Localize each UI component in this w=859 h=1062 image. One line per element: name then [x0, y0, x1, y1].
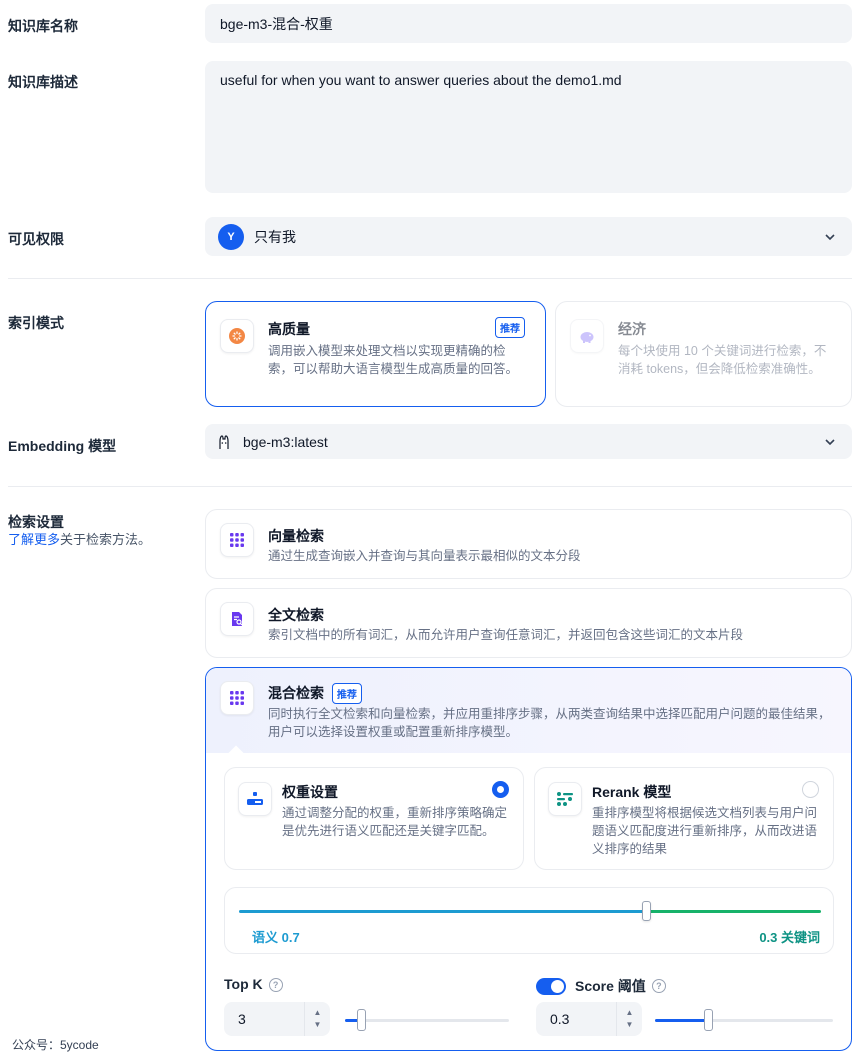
weight-title: 权重设置 [282, 782, 338, 802]
weight-radio[interactable] [492, 781, 509, 798]
option-rerank-model[interactable]: Rerank 模型 重排序模型将根据候选文档列表与用户问题语义匹配度进行重新排序… [534, 767, 834, 870]
score-label: Score 阈值 [575, 976, 646, 996]
score-stepper[interactable]: ▲▼ [616, 1002, 642, 1036]
chevron-up-icon[interactable]: ▲ [626, 1007, 634, 1019]
divider [8, 486, 852, 487]
embedding-select[interactable]: bge-m3:latest [205, 424, 852, 459]
topk-label: Top K [224, 976, 263, 992]
score-label-row: Score 阈值? [536, 976, 666, 996]
topk-input[interactable]: 3 ▲▼ [224, 1002, 330, 1036]
fulltext-desc: 索引文档中的所有词汇，从而允许用户查询任意词汇，并返回包含这些词汇的文本片段 [268, 626, 743, 644]
rerank-desc: 重排序模型将根据候选文档列表与用户问题语义匹配度进行重新排序，从而改进语义排序的… [592, 804, 822, 858]
vector-desc: 通过生成查询嵌入并查询与其向量表示最相似的文本分段 [268, 547, 581, 565]
chevron-down-icon[interactable]: ▼ [314, 1019, 322, 1031]
embedding-value: bge-m3:latest [243, 434, 328, 450]
chevron-down-icon[interactable]: ▼ [626, 1019, 634, 1031]
learn-more-suffix: 关于检索方法。 [60, 532, 151, 547]
grid-icon [220, 523, 254, 557]
hybrid-title-row: 混合检索 推荐 [268, 683, 362, 704]
chevron-down-icon [824, 231, 836, 243]
balance-icon [238, 782, 272, 816]
retrieval-vector[interactable]: 向量检索 通过生成查询嵌入并查询与其向量表示最相似的文本分段 [205, 509, 852, 579]
option-weight-settings[interactable]: 权重设置 通过调整分配的权重，重新排序策略确定是优先进行语义匹配还是关键字匹配。 [224, 767, 524, 870]
index-mode-economy[interactable]: 经济 每个块使用 10 个关键词进行检索，不消耗 tokens，但会降低检索准确… [555, 301, 852, 407]
description-textarea[interactable]: useful for when you want to answer queri… [205, 61, 852, 193]
score-slider-thumb[interactable] [704, 1009, 713, 1031]
economy-desc: 每个块使用 10 个关键词进行检索，不消耗 tokens，但会降低检索准确性。 [618, 342, 838, 378]
keyword-track [646, 910, 821, 913]
index-mode-label: 索引模式 [8, 313, 64, 333]
weight-slider-panel: 语义 0.7 0.3 关键词 [224, 887, 834, 954]
keyword-label: 0.3 关键词 [759, 927, 820, 946]
chevron-up-icon[interactable]: ▲ [314, 1007, 322, 1019]
name-input[interactable]: bge-m3-混合-权重 [205, 4, 852, 43]
rerank-radio[interactable] [802, 781, 819, 798]
semantic-track [239, 910, 646, 913]
semantic-label: 语义 0.7 [252, 927, 300, 946]
hybrid-title: 混合检索 [268, 685, 324, 701]
rerank-title: Rerank 模型 [592, 782, 671, 802]
watermark: 公众号：5ycode [12, 1036, 99, 1053]
star-icon [220, 319, 254, 353]
learn-more-link[interactable]: 了解更多 [8, 532, 60, 547]
permission-value: 只有我 [254, 227, 296, 247]
help-icon: ? [652, 979, 666, 993]
grid-icon [220, 681, 254, 715]
embedding-label: Embedding 模型 [8, 436, 116, 456]
index-mode-high-quality[interactable]: 高质量 推荐 调用嵌入模型来处理文档以实现更精确的检索，可以帮助大语言模型生成高… [205, 301, 546, 407]
piggy-bank-icon [570, 319, 604, 353]
document-search-icon [220, 602, 254, 636]
retrieval-help: 了解更多关于检索方法。 [8, 529, 151, 548]
help-icon: ? [269, 978, 283, 992]
fulltext-title: 全文检索 [268, 605, 324, 625]
recommend-badge: 推荐 [495, 317, 525, 338]
chevron-down-icon [824, 436, 836, 448]
topk-stepper[interactable]: ▲▼ [304, 1002, 330, 1036]
name-label: 知识库名称 [8, 16, 78, 36]
description-label: 知识库描述 [8, 72, 78, 92]
retrieval-fulltext[interactable]: 全文检索 索引文档中的所有词汇，从而允许用户查询任意词汇，并返回包含这些词汇的文… [205, 588, 852, 658]
economy-title: 经济 [618, 319, 646, 339]
recommend-badge: 推荐 [332, 683, 362, 704]
score-slider-fill [655, 1019, 708, 1022]
vector-title: 向量检索 [268, 526, 324, 546]
weight-desc: 通过调整分配的权重，重新排序策略确定是优先进行语义匹配还是关键字匹配。 [282, 804, 512, 840]
avatar: Y [218, 224, 244, 250]
score-input[interactable]: 0.3 ▲▼ [536, 1002, 642, 1036]
score-toggle[interactable] [536, 978, 566, 995]
topk-label-row: Top K? [224, 976, 283, 992]
topk-slider-thumb[interactable] [357, 1009, 366, 1031]
topk-slider-track[interactable] [345, 1019, 509, 1022]
rerank-icon [548, 782, 582, 816]
hybrid-desc: 同时执行全文检索和向量检索，并应用重排序步骤，从两类查询结果中选择匹配用户问题的… [268, 705, 838, 741]
high-quality-desc: 调用嵌入模型来处理文档以实现更精确的检索，可以帮助大语言模型生成高质量的回答。 [268, 342, 528, 378]
permission-label: 可见权限 [8, 229, 64, 249]
ollama-icon [216, 434, 232, 450]
weight-slider-thumb[interactable] [642, 901, 651, 921]
divider [8, 278, 852, 279]
high-quality-title: 高质量 [268, 319, 310, 339]
retrieval-hybrid[interactable]: 混合检索 推荐 同时执行全文检索和向量检索，并应用重排序步骤，从两类查询结果中选… [205, 667, 852, 1051]
permission-select[interactable]: Y 只有我 [205, 217, 852, 256]
